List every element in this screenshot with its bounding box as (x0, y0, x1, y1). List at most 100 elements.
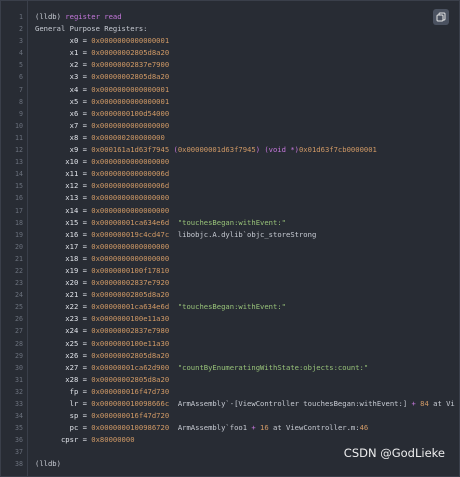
code-line: 3 x0 = 0x0000000000000001 (1, 35, 459, 47)
code-token: x17 = (35, 241, 92, 251)
code-token: General Purpose Registers: (35, 24, 148, 34)
code-token: libobjc.A.dylib`objc_storeStrong (177, 229, 317, 239)
line-text: x26 = 0x00000002805d8a20 (35, 350, 169, 362)
line-number: 8 (19, 97, 23, 106)
code-token: 0x000000016f47d720 (91, 411, 170, 421)
code-token: x0 = (35, 36, 92, 46)
line-number: 36 (15, 436, 23, 445)
code-token: x7 = (35, 120, 92, 130)
line-number: 2 (19, 25, 23, 34)
code-token: x5 = (35, 96, 92, 106)
line-number: 15 (15, 182, 23, 191)
line-number: 18 (15, 218, 23, 227)
code-token: "countByEnumeratingWithState:objects:cou… (177, 362, 369, 372)
line-text: x25 = 0x0000000100e11a30 (35, 338, 169, 350)
code-token: x27 = (35, 362, 92, 372)
line-number: 38 (15, 460, 23, 469)
code-token: x19 = (35, 265, 92, 275)
code-line: 7 x4 = 0x0000000000000001 (1, 84, 459, 96)
code-token: 0x00000002805d8a20 (91, 350, 170, 360)
code-token: 0x000000000000006d (91, 181, 170, 191)
code-token: x13 = (35, 193, 92, 203)
code-token: cpsr = (35, 435, 92, 445)
code-token: 0x01d63f7cb0000001 (298, 145, 377, 155)
code-line: 21 x18 = 0x0000000000000000 (1, 253, 459, 265)
line-number: 19 (15, 230, 23, 239)
code-line: 18 x15 = 0x00000001ca634e6d "touchesBega… (1, 217, 459, 229)
line-number: 7 (19, 85, 23, 94)
line-text: x24 = 0x00000002837e7980 (35, 325, 169, 337)
code-line: 28 x25 = 0x0000000100e11a30 (1, 338, 459, 350)
line-number: 11 (15, 133, 23, 142)
code-token: 0x000000200000000 (91, 132, 165, 142)
code-token: 0x00000002805d8a20 (91, 290, 170, 300)
copy-button[interactable] (433, 9, 449, 25)
line-number: 34 (15, 412, 23, 421)
code-token: 0x00000002837e7920 (91, 278, 170, 288)
line-number: 30 (15, 363, 23, 372)
line-text: x19 = 0x0000000100f17810 (35, 265, 169, 277)
code-token: 0x0000000100f17810 (91, 265, 170, 275)
code-token: 0x0000000100d54000 (91, 108, 170, 118)
line-text: cpsr = 0x80000000 (35, 434, 135, 446)
code-token: 84 (420, 399, 429, 408)
code-token: 0x0000000100e11a30 (91, 314, 170, 324)
code-token: 0x00000001ca62d900 (91, 362, 178, 372)
line-text: (lldb) (35, 458, 61, 470)
line-text: sp = 0x000000016f47d720 (35, 410, 170, 422)
code-token: 0x80000000 (91, 435, 135, 445)
code-token: 0x00000002805d8a20 (91, 72, 170, 82)
code-token: x16 = (35, 229, 92, 239)
code-line: 10 x7 = 0x0000000000000000 (1, 120, 459, 132)
code-token: x2 = (35, 60, 92, 70)
code-line: 17 x14 = 0x0000000000000000 (1, 205, 459, 217)
code-line: 29 x26 = 0x00000002805d8a20 (1, 350, 459, 362)
line-text: x21 = 0x00000002805d8a20 (35, 289, 169, 301)
line-text: x18 = 0x0000000000000000 (35, 253, 169, 265)
code-line: 38 (lldb) (1, 458, 459, 470)
code-token: x18 = (35, 253, 92, 263)
line-number: 27 (15, 327, 23, 336)
line-number: 24 (15, 291, 23, 300)
line-number: 29 (15, 351, 23, 360)
code-token: 0x0000000000000000 (91, 241, 170, 251)
line-number: 13 (15, 158, 23, 167)
line-text: x17 = 0x0000000000000000 (35, 241, 169, 253)
line-text: fp = 0x000000016f47d730 (35, 386, 170, 398)
code-token: ) (void *) (255, 145, 299, 155)
line-number: 21 (15, 254, 23, 263)
code-token: x26 = (35, 350, 92, 360)
code-token: 0x000000019c4cd47c (91, 229, 178, 239)
code-token: x10 = (35, 157, 92, 167)
code-token: (lldb) (35, 459, 61, 469)
line-text: x8 = 0x000000200000000 (35, 132, 165, 144)
line-number: 4 (19, 49, 23, 58)
code-token: x14 = (35, 205, 92, 215)
code-token: x15 = (35, 217, 92, 227)
code-token: 46 (359, 423, 369, 433)
line-number: 22 (15, 266, 23, 275)
code-line: 26 x23 = 0x0000000100e11a30 (1, 313, 459, 325)
line-text: x22 = 0x00000001ca634e6d "touchesBegan:w… (35, 301, 286, 313)
code-token: 0x0000000100986720 (91, 423, 178, 433)
code-line: 1 (lldb) register read (1, 11, 459, 23)
code-line: 9 x6 = 0x0000000100d54000 (1, 108, 459, 120)
code-line: 31 x28 = 0x00000002805d8a20 (1, 374, 459, 386)
line-number: 14 (15, 170, 23, 179)
code-token: x23 = (35, 314, 92, 324)
code-line: 35 pc = 0x0000000100986720 ArmAssembly`f… (1, 422, 459, 434)
line-text: x27 = 0x00000001ca62d900 "countByEnumera… (35, 362, 368, 374)
code-line: 5 x2 = 0x00000002837e7900 (1, 59, 459, 71)
code-line: 14 x11 = 0x000000000000006d (1, 168, 459, 180)
code-token: 0x00000002805d8a20 (91, 374, 170, 384)
code-token: sp = (35, 411, 92, 421)
code-line: 30 x27 = 0x00000001ca62d900 "countByEnum… (1, 362, 459, 374)
code-line: 25 x22 = 0x00000001ca634e6d "touchesBega… (1, 301, 459, 313)
line-text: x16 = 0x000000019c4cd47c libobjc.A.dylib… (35, 229, 316, 241)
line-text: x13 = 0x0000000000000000 (35, 192, 169, 204)
code-lines: 1 (lldb) register read 2 General Purpose Re… (1, 11, 459, 471)
code-token: "touchesBegan:withEvent:" (177, 217, 286, 227)
code-line: 32 fp = 0x000000016f47d730 (1, 386, 459, 398)
line-number: 35 (15, 424, 23, 433)
line-text: lr = 0x000000010098666c ArmAssembly`-[Vi… (35, 398, 455, 410)
